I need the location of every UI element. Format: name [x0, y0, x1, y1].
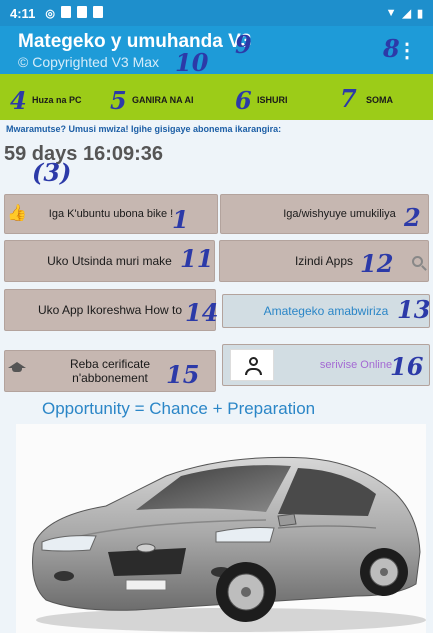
- annotation-2: 2: [404, 203, 421, 232]
- annotation-4: 4: [10, 86, 27, 115]
- tab-huza-na-pc[interactable]: Huza na PC: [32, 95, 82, 105]
- battery-icon: ▮: [416, 7, 423, 20]
- search-icon[interactable]: [412, 256, 423, 267]
- serivise-online-label: serivise Online: [319, 359, 393, 371]
- person-icon: [230, 349, 274, 381]
- status-bar: 4:11 ◎ ▼ ◢ ▮: [0, 0, 433, 26]
- reba-cert-line1: Reba cerificate: [69, 357, 151, 371]
- app-subtitle: © Copyrighted V3 Max: [18, 54, 160, 70]
- reba-cert-line2: n'abbonement: [72, 371, 148, 385]
- annotation-5: 5: [110, 86, 127, 115]
- greeting-text: Mwaramutse? Umusi mwiza! Igihe gisigaye …: [6, 124, 282, 134]
- iga-kubuntu-label: Iga K'ubuntu ubona bike !: [48, 208, 174, 220]
- annotation-3: (3): [32, 158, 72, 187]
- thumbs-up-icon: 👍: [7, 205, 27, 222]
- app-title: Mategeko y umuhanda V3: [18, 31, 252, 52]
- annotation-13: 13: [397, 295, 431, 324]
- annotation-10: 10: [175, 48, 209, 77]
- graduation-cap-icon: [8, 362, 26, 372]
- annotation-1: 1: [172, 205, 189, 234]
- annotation-12: 12: [360, 249, 394, 278]
- annotation-16: 16: [390, 352, 424, 381]
- uko-utsinda-label: Uko Utsinda muri make: [47, 254, 172, 268]
- app-screen: 4:11 ◎ ▼ ◢ ▮ Mategeko y umuhanda V3 © Co…: [0, 0, 433, 633]
- annotation-15: 15: [166, 360, 200, 389]
- annotation-6: 6: [235, 86, 252, 115]
- tab-ganira-na-ai[interactable]: GANIRA NA AI: [132, 95, 194, 105]
- izindi-apps-button[interactable]: Izindi Apps: [219, 240, 429, 282]
- tab-bar: Huza na PC GANIRA NA AI ISHURI SOMA: [0, 74, 433, 120]
- iga-wishyuye-label: Iga/wishyuye umukiliya: [283, 208, 396, 220]
- status-time: 4:11: [10, 5, 36, 21]
- iga-wishyuye-button[interactable]: Iga/wishyuye umukiliya: [220, 194, 429, 234]
- annotation-8: 8: [383, 34, 400, 63]
- whatsapp-icon: ◎: [45, 7, 55, 20]
- annotation-9: 9: [235, 30, 252, 59]
- tab-soma[interactable]: SOMA: [366, 95, 393, 105]
- countdown-timer: 59 days 16:09:36: [4, 143, 164, 165]
- annotation-11: 11: [180, 244, 214, 273]
- app-bar: Mategeko y umuhanda V3 © Copyrighted V3 …: [0, 26, 433, 74]
- wifi-icon: ▼: [385, 6, 397, 19]
- tab-ishuri[interactable]: ISHURI: [257, 95, 288, 105]
- annotation-14: 14: [185, 298, 219, 327]
- izindi-apps-label: Izindi Apps: [294, 254, 354, 268]
- car-image: [16, 424, 426, 633]
- signal-icon: ◢: [402, 7, 411, 20]
- opportunity-slogan: Opportunity = Chance + Preparation: [42, 399, 316, 418]
- amategeko-label: Amategeko amabwiriza: [263, 304, 389, 318]
- annotation-7: 7: [340, 84, 357, 113]
- document-icon: [60, 5, 71, 21]
- file-icon: [92, 5, 103, 21]
- more-vertical-icon[interactable]: ⋮: [397, 38, 417, 63]
- uko-app-label: Uko App Ikoreshwa How to: [37, 303, 183, 317]
- app-notification-icon: [76, 5, 87, 21]
- reba-certificate-label: Reba cerificate n'abbonement: [70, 357, 150, 385]
